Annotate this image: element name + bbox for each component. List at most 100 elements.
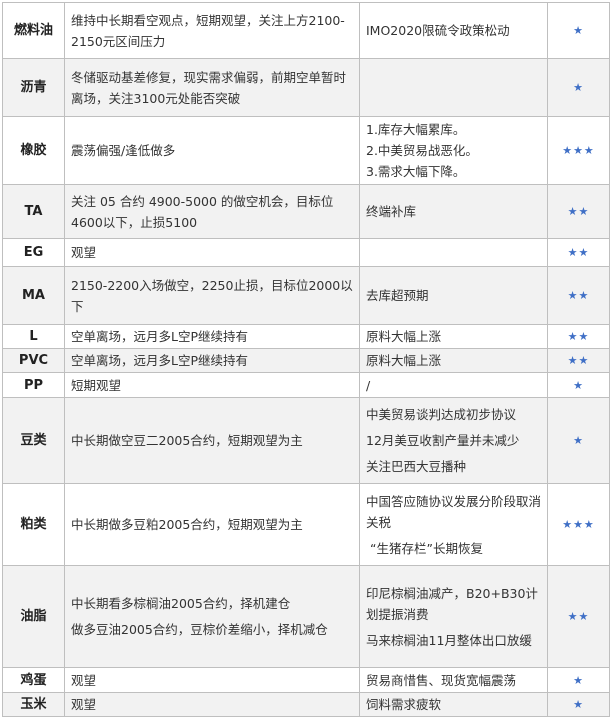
strategy-view-cell: 震荡偏强/逢低做多	[64, 116, 360, 185]
logic-text: 12月美豆收割产量并未减少	[366, 433, 520, 448]
commodity-name: PVC	[2, 348, 65, 373]
logic-cell	[359, 58, 548, 117]
logic-cell: 中美贸易谈判达成初步协议 12月美豆收割产量并未减少 关注巴西大豆播种	[359, 397, 548, 484]
strategy-view-text: 中长期做多豆粕2005合约，短期观望为主	[71, 517, 303, 532]
logic-cell: 去库超预期	[359, 266, 548, 325]
logic-text: 马来棕榈油11月整体出口放缓	[366, 632, 532, 648]
rating-stars: ★	[547, 372, 610, 398]
logic-text: 去库超预期	[366, 288, 429, 303]
logic-text: 中国答应随协议发展分阶段取消关税	[366, 493, 542, 530]
strategy-view-cell: 关注 05 合约 4900-5000 的做空机会，目标位4600以下，止损510…	[64, 184, 360, 239]
logic-cell: 终端补库	[359, 184, 548, 239]
commodity-name: 橡胶	[2, 116, 65, 185]
strategy-view-text: 震荡偏强/逢低做多	[71, 143, 176, 158]
commodity-table-body: 燃料油 维持中长期看空观点，短期观望，关注上方2100-2150元区间压力 IMO2…	[2, 2, 610, 717]
rating-stars: ★	[547, 397, 610, 484]
logic-text: 贸易商惜售、现货宽幅震荡	[366, 672, 517, 688]
logic-cell: 中国答应随协议发展分阶段取消关税 “生猪存栏”长期恢复	[359, 483, 548, 566]
rating-stars: ★★★	[547, 483, 610, 566]
logic-cell: /	[359, 372, 548, 398]
logic-cell: 原料大幅上涨	[359, 324, 548, 349]
strategy-view-cell: 观望	[64, 238, 360, 267]
strategy-view-cell: 维持中长期看空观点，短期观望，关注上方2100-2150元区间压力	[64, 2, 360, 59]
logic-text: 1.库存大幅累库。	[366, 122, 466, 137]
commodity-name: 沥青	[2, 58, 65, 117]
table-row: 豆类 中长期做空豆二2005合约，短期观望为主 中美贸易谈判达成初步协议 12月美豆收…	[2, 397, 610, 484]
table-row: L 空单离场，远月多L空P继续持有 原料大幅上涨 ★★	[2, 324, 610, 349]
rating-stars: ★	[547, 667, 610, 693]
table-row: 沥青 冬储驱动基差修复，现实需求偏弱，前期空单暂时离场，关注3100元处能否突破 ★	[2, 58, 610, 117]
table-row: PVC 空单离场，远月多L空P继续持有 原料大幅上涨 ★★	[2, 348, 610, 373]
logic-text: “生猪存栏”长期恢复	[370, 540, 483, 556]
strategy-view-cell: 中长期看多棕榈油2005合约，择机建仓做多豆油2005合约，豆棕价差缩小，择机减…	[64, 565, 360, 668]
strategy-view-cell: 观望	[64, 667, 360, 693]
table-row: EG 观望 ★★	[2, 238, 610, 267]
strategy-view-text: 观望	[71, 245, 97, 260]
table-row: 燃料油 维持中长期看空观点，短期观望，关注上方2100-2150元区间压力 IMO2…	[2, 2, 610, 59]
strategy-view-cell: 冬储驱动基差修复，现实需求偏弱，前期空单暂时离场，关注3100元处能否突破	[64, 58, 360, 117]
commodity-name: 鸡蛋	[2, 667, 65, 693]
strategy-view-cell: 空单离场，远月多L空P继续持有	[64, 324, 360, 349]
strategy-view-text: 空单离场，远月多L空P继续持有	[71, 353, 249, 368]
strategy-view-text: 中长期看多棕榈油2005合约，择机建仓	[71, 596, 291, 611]
strategy-view-text: 短期观望	[71, 377, 122, 393]
strategy-view-text: 关注 05 合约 4900-5000 的做空机会，目标位4600以下，止损510…	[71, 193, 334, 230]
logic-cell: 饲料需求疲软	[359, 692, 548, 717]
commodity-table: 燃料油 维持中长期看空观点，短期观望，关注上方2100-2150元区间压力 IMO2…	[2, 2, 610, 717]
commodity-name: 玉米	[2, 692, 65, 717]
strategy-view-text: 做多豆油2005合约，豆棕价差缩小，择机减仓	[71, 622, 328, 637]
rating-stars: ★	[547, 692, 610, 717]
logic-text: 原料大幅上涨	[366, 353, 442, 368]
logic-text: IMO2020限硫令政策松动	[366, 23, 510, 38]
rating-stars: ★★	[547, 266, 610, 325]
strategy-view-text: 观望	[71, 697, 97, 712]
commodity-name: PP	[2, 372, 65, 398]
logic-text: 2.中美贸易战恶化。	[366, 143, 478, 158]
logic-text: 关注巴西大豆播种	[366, 459, 467, 474]
logic-text: 终端补库	[366, 204, 417, 219]
logic-cell: 贸易商惜售、现货宽幅震荡	[359, 667, 548, 693]
strategy-view-text: 维持中长期看空观点，短期观望，关注上方2100-2150元区间压力	[71, 12, 345, 49]
strategy-view-text: 冬储驱动基差修复，现实需求偏弱，前期空单暂时离场，关注3100元处能否突破	[71, 69, 347, 106]
rating-stars: ★	[547, 58, 610, 117]
rating-stars: ★★	[547, 348, 610, 373]
rating-stars: ★★	[547, 184, 610, 239]
strategy-view-text: 2150-2200入场做空，2250止损，目标位2000以下	[71, 277, 353, 314]
commodity-name: EG	[2, 238, 65, 267]
strategy-view-text: 中长期做空豆二2005合约，短期观望为主	[71, 433, 303, 448]
commodity-name: L	[2, 324, 65, 349]
strategy-view-cell: 中长期做空豆二2005合约，短期观望为主	[64, 397, 360, 484]
logic-cell: IMO2020限硫令政策松动	[359, 2, 548, 59]
logic-cell: 1.库存大幅累库。 2.中美贸易战恶化。 3.需求大幅下降。	[359, 116, 548, 185]
table-row: TA 关注 05 合约 4900-5000 的做空机会，目标位4600以下，止损5…	[2, 184, 610, 239]
strategy-view-cell: 短期观望	[64, 372, 360, 398]
strategy-view-cell: 观望	[64, 692, 360, 717]
logic-text: 饲料需求疲软	[366, 697, 442, 712]
logic-cell	[359, 238, 548, 267]
table-row: 油脂 中长期看多棕榈油2005合约，择机建仓做多豆油2005合约，豆棕价差缩小，择…	[2, 565, 610, 668]
logic-text: 3.需求大幅下降。	[366, 164, 466, 179]
table-row: 粕类 中长期做多豆粕2005合约，短期观望为主 中国答应随协议发展分阶段取消关税 “生…	[2, 483, 610, 566]
logic-cell: 原料大幅上涨	[359, 348, 548, 373]
commodity-name: 燃料油	[2, 2, 65, 59]
strategy-view-text: 空单离场，远月多L空P继续持有	[71, 329, 249, 344]
rating-stars: ★★	[547, 565, 610, 668]
commodity-name: 油脂	[2, 565, 65, 668]
table-row: PP 短期观望 / ★	[2, 372, 610, 398]
table-row: MA 2150-2200入场做空，2250止损，目标位2000以下 去库超预期 ★★	[2, 266, 610, 325]
commodity-name: 豆类	[2, 397, 65, 484]
rating-stars: ★★★	[547, 116, 610, 185]
table-row: 玉米 观望 饲料需求疲软 ★	[2, 692, 610, 717]
commodity-name: MA	[2, 266, 65, 325]
strategy-view-cell: 空单离场，远月多L空P继续持有	[64, 348, 360, 373]
strategy-view-cell: 2150-2200入场做空，2250止损，目标位2000以下	[64, 266, 360, 325]
logic-text: 中美贸易谈判达成初步协议	[366, 407, 517, 422]
rating-stars: ★★	[547, 238, 610, 267]
strategy-view-cell: 中长期做多豆粕2005合约，短期观望为主	[64, 483, 360, 566]
logic-text: 印尼棕榈油减产，B20+B30计划提振消费	[366, 585, 538, 622]
table-row: 鸡蛋 观望 贸易商惜售、现货宽幅震荡 ★	[2, 667, 610, 693]
commodity-name: TA	[2, 184, 65, 239]
table-row: 橡胶 震荡偏强/逢低做多 1.库存大幅累库。 2.中美贸易战恶化。 3.需求大幅下降。 ★…	[2, 116, 610, 185]
logic-text: 原料大幅上涨	[366, 329, 442, 344]
logic-cell: 印尼棕榈油减产，B20+B30计划提振消费马来棕榈油11月整体出口放缓	[359, 565, 548, 668]
